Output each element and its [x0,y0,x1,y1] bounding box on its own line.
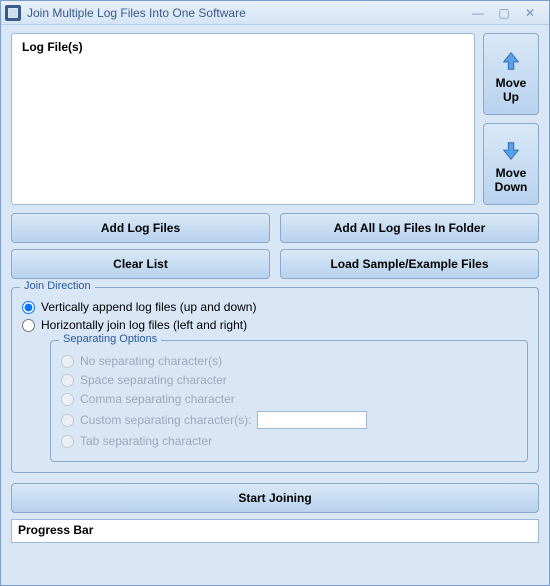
close-button[interactable]: ✕ [521,6,539,20]
progress-label: Progress Bar [18,523,93,537]
custom-separator-label: Custom separating character(s): [80,413,251,427]
window-controls: — ▢ ✕ [469,6,545,20]
comma-separator-radio: Comma separating character [61,392,517,406]
app-icon [5,5,21,21]
move-up-button[interactable]: Move Up [483,33,539,115]
vertical-append-radio[interactable]: Vertically append log files (up and down… [22,300,528,314]
join-direction-legend: Join Direction [20,280,95,292]
custom-separator-radio: Custom separating character(s): [61,411,517,429]
tab-separator-radio: Tab separating character [61,434,517,448]
custom-separator-input [61,414,74,427]
load-sample-button[interactable]: Load Sample/Example Files [280,249,539,279]
no-separator-input [61,355,74,368]
no-separator-radio: No separating character(s) [61,354,517,368]
horizontal-join-input[interactable] [22,319,35,332]
clear-list-button[interactable]: Clear List [11,249,270,279]
titlebar: Join Multiple Log Files Into One Softwar… [1,1,549,25]
comma-separator-input [61,393,74,406]
join-direction-group: Join Direction Vertically append log fil… [11,287,539,473]
vertical-append-label: Vertically append log files (up and down… [41,300,256,314]
space-separator-label: Space separating character [80,373,227,387]
content-area: Log File(s) Move Up Move Down Add Log Fi… [1,25,549,585]
custom-separator-field [257,411,367,429]
comma-separator-label: Comma separating character [80,392,235,406]
arrow-up-icon [500,50,522,72]
move-up-label-1: Move [496,76,527,90]
move-down-label-2: Down [495,180,528,194]
vertical-append-input[interactable] [22,301,35,314]
separating-options-group: Separating Options No separating charact… [50,340,528,462]
minimize-button[interactable]: — [469,6,487,20]
window-title: Join Multiple Log Files Into One Softwar… [27,6,246,20]
space-separator-input [61,374,74,387]
start-joining-button[interactable]: Start Joining [11,483,539,513]
space-separator-radio: Space separating character [61,373,517,387]
horizontal-join-radio[interactable]: Horizontally join log files (left and ri… [22,318,528,332]
add-log-files-button[interactable]: Add Log Files [11,213,270,243]
log-files-list[interactable]: Log File(s) [11,33,475,205]
move-up-label-2: Up [503,90,519,104]
no-separator-label: No separating character(s) [80,354,222,368]
progress-bar: Progress Bar [11,519,539,543]
separating-options-legend: Separating Options [59,333,161,345]
tab-separator-input [61,435,74,448]
maximize-button[interactable]: ▢ [495,6,513,20]
tab-separator-label: Tab separating character [80,434,212,448]
move-down-button[interactable]: Move Down [483,123,539,205]
app-window: Join Multiple Log Files Into One Softwar… [0,0,550,586]
arrow-down-icon [500,140,522,162]
add-folder-button[interactable]: Add All Log Files In Folder [280,213,539,243]
log-files-header: Log File(s) [22,40,466,54]
horizontal-join-label: Horizontally join log files (left and ri… [41,318,247,332]
move-down-label-1: Move [496,166,527,180]
